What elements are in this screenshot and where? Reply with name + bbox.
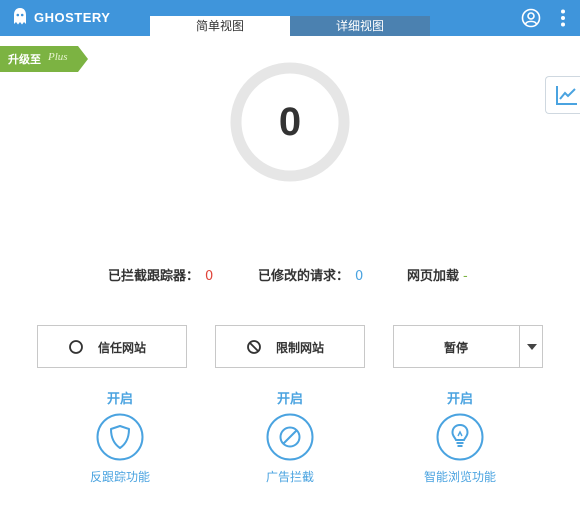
feature-anti-tracking: 开启 反跟踪功能 [55, 388, 185, 485]
stat-load-value: - [463, 269, 468, 284]
plus-word: Plus [48, 51, 68, 63]
feature-ad-blocking: 开启 广告拦截 [225, 388, 355, 485]
tab-simple-view[interactable]: 简单视图 [150, 16, 290, 36]
trust-site-button[interactable]: 信任网站 [37, 325, 187, 368]
chevron-down-icon[interactable] [527, 344, 537, 350]
app-header: GHOSTERY 简单视图 详细视图 [0, 0, 580, 36]
feature-name: 广告拦截 [265, 470, 314, 484]
stat-load-label: 网页加载 [407, 269, 460, 284]
pause-label: 暂停 [444, 341, 469, 355]
ghost-icon [14, 8, 26, 25]
stat-modified-label: 已修改的请求： [258, 269, 350, 284]
restrict-site-label: 限制网站 [276, 341, 325, 355]
restrict-site-button[interactable]: 限制网站 [215, 325, 365, 368]
line-chart-icon [556, 86, 577, 105]
stat-page-load: 网页加载 - [407, 265, 468, 284]
upgrade-label: 升级至 [8, 53, 41, 66]
feature-status: 开启 [106, 392, 133, 407]
upgrade-plus-banner[interactable]: 升级至 Plus [0, 46, 88, 72]
circle-icon [69, 340, 83, 354]
stat-trackers-blocked: 已拦截跟踪器： 0 [108, 265, 213, 284]
ghostery-logo[interactable]: GHOSTERY [12, 7, 110, 27]
feature-smart-browsing: 开启 智能浏览功能 [395, 388, 525, 485]
stat-blocked-label: 已拦截跟踪器： [108, 269, 200, 284]
user-icon[interactable] [521, 8, 541, 28]
trust-site-label: 信任网站 [98, 341, 147, 355]
ad-block-icon[interactable] [265, 412, 315, 462]
feature-name: 智能浏览功能 [423, 470, 496, 484]
menu-icon[interactable] [559, 8, 567, 28]
tracker-count: 0 [278, 100, 302, 144]
feature-status: 开启 [446, 392, 473, 407]
tab-detailed-view[interactable]: 详细视图 [290, 16, 430, 36]
feature-name: 反跟踪功能 [89, 470, 150, 484]
pause-button[interactable]: 暂停 [393, 325, 543, 368]
stat-blocked-value: 0 [205, 269, 214, 284]
banner-tip [78, 46, 88, 72]
lightbulb-icon[interactable] [435, 412, 485, 462]
pause-divider [519, 326, 520, 367]
stats-chart-button[interactable] [545, 76, 580, 114]
block-icon [247, 340, 261, 354]
shield-icon[interactable] [95, 412, 145, 462]
brand-name: GHOSTERY [34, 9, 111, 25]
stat-requests-modified: 已修改的请求： 0 [258, 265, 363, 284]
feature-status: 开启 [276, 392, 303, 407]
stat-modified-value: 0 [355, 269, 364, 284]
